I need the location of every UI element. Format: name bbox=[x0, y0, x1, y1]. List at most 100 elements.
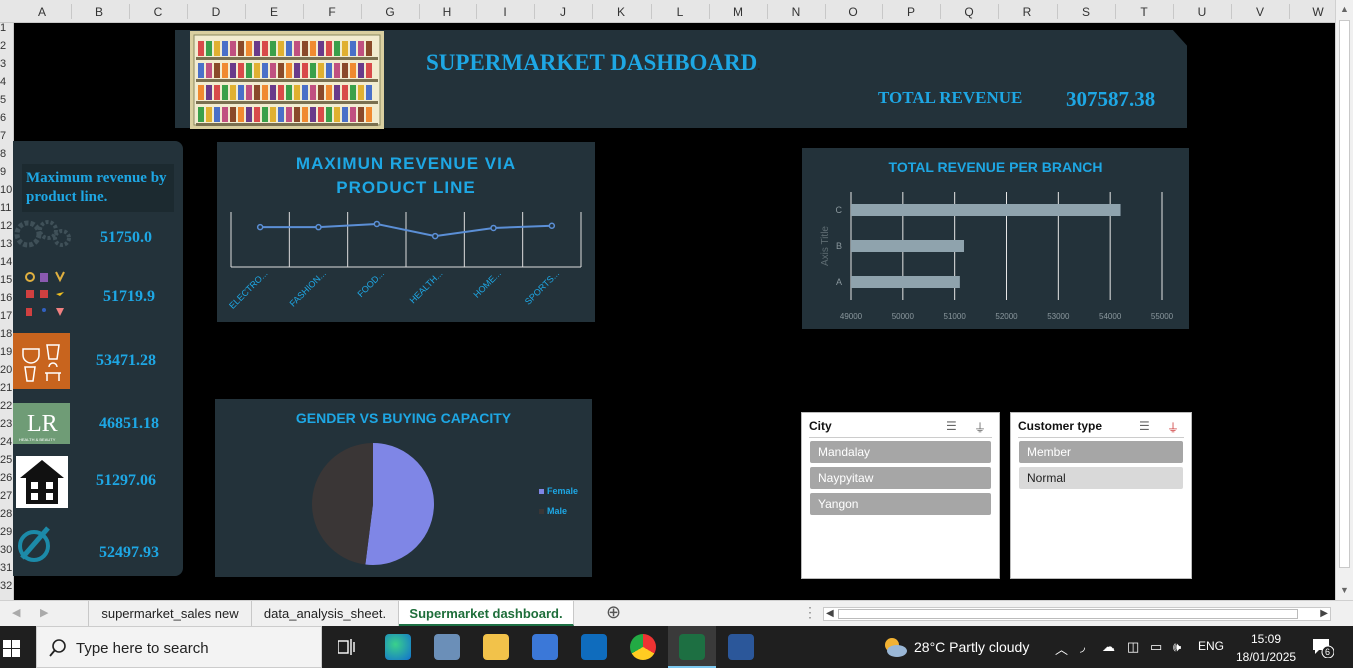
row-header-6[interactable]: 6 bbox=[0, 112, 6, 124]
column-header-g[interactable]: G bbox=[385, 5, 394, 19]
scroll-down-icon[interactable]: ▼ bbox=[1340, 585, 1349, 595]
row-header-30[interactable]: 30 bbox=[0, 544, 12, 556]
row-header-8[interactable]: 8 bbox=[0, 148, 6, 160]
row-header-2[interactable]: 2 bbox=[0, 40, 6, 52]
language-indicator[interactable]: ENG bbox=[1198, 639, 1224, 653]
clear-filter-icon[interactable]: ⏚ bbox=[974, 419, 986, 436]
outlook-icon[interactable] bbox=[581, 634, 607, 660]
task-view-icon[interactable] bbox=[338, 639, 356, 655]
row-header-7[interactable]: 7 bbox=[0, 130, 6, 142]
weather-cloud-icon[interactable] bbox=[882, 636, 908, 658]
column-header-l[interactable]: L bbox=[677, 5, 684, 19]
line-chart-panel[interactable]: MAXIMUN REVENUE VIA PRODUCT LINE ELECTRO… bbox=[217, 142, 595, 322]
windows-start-icon[interactable] bbox=[3, 640, 20, 657]
weather-text[interactable]: 28°C Partly cloudy bbox=[914, 639, 1029, 655]
clock-date[interactable]: 18/01/2025 bbox=[1236, 650, 1296, 664]
customer-type-slicer[interactable]: Customer type ☰ ⏚ Member Normal bbox=[1010, 412, 1192, 579]
row-header-21[interactable]: 21 bbox=[0, 382, 12, 394]
row-header-1[interactable]: 1 bbox=[0, 22, 6, 34]
column-header-w[interactable]: W bbox=[1312, 5, 1323, 19]
column-header-t[interactable]: T bbox=[1140, 5, 1147, 19]
row-header-18[interactable]: 18 bbox=[0, 328, 12, 340]
column-header-n[interactable]: N bbox=[792, 5, 801, 19]
row-header-3[interactable]: 3 bbox=[0, 58, 6, 70]
chrome-icon[interactable] bbox=[630, 634, 656, 660]
vertical-scrollbar[interactable]: ▲ ▼ bbox=[1335, 0, 1353, 600]
tab-supermarket-sales-new[interactable]: supermarket_sales new bbox=[88, 601, 252, 626]
splitter-handle-icon[interactable]: ⋮ bbox=[803, 604, 817, 621]
row-header-5[interactable]: 5 bbox=[0, 94, 6, 106]
column-header-m[interactable]: M bbox=[733, 5, 743, 19]
column-header-i[interactable]: I bbox=[503, 5, 506, 19]
city-slicer[interactable]: City ☰ ⏚ Mandalay Naypyitaw Yangon bbox=[801, 412, 1000, 579]
edge-browser-icon[interactable] bbox=[385, 634, 411, 660]
row-header-27[interactable]: 27 bbox=[0, 490, 12, 502]
column-header-a[interactable]: A bbox=[38, 5, 46, 19]
row-header-32[interactable]: 32 bbox=[0, 580, 12, 592]
row-header-14[interactable]: 14 bbox=[0, 256, 12, 268]
column-header-d[interactable]: D bbox=[212, 5, 221, 19]
row-header-20[interactable]: 20 bbox=[0, 364, 12, 376]
remote-desktop-icon[interactable] bbox=[434, 634, 460, 660]
column-header-e[interactable]: E bbox=[270, 5, 278, 19]
hscroll-left-icon[interactable]: ◀ bbox=[826, 608, 834, 619]
excel-taskbar-button[interactable] bbox=[668, 626, 716, 668]
column-header-b[interactable]: B bbox=[95, 5, 103, 19]
row-header-10[interactable]: 10 bbox=[0, 184, 12, 196]
clear-filter-icon[interactable]: ⏚ bbox=[1167, 419, 1179, 436]
word-icon[interactable] bbox=[728, 634, 754, 660]
volume-icon[interactable]: 🕪 bbox=[1173, 639, 1181, 655]
row-header-22[interactable]: 22 bbox=[0, 400, 12, 412]
row-header-26[interactable]: 26 bbox=[0, 472, 12, 484]
column-header-r[interactable]: R bbox=[1023, 5, 1032, 19]
tab-scroll-left-icon[interactable]: ◀ bbox=[12, 606, 20, 619]
slicer-item-mandalay[interactable]: Mandalay bbox=[810, 441, 991, 463]
column-header-u[interactable]: U bbox=[1198, 5, 1207, 19]
worksheet[interactable]: SUPERMARKET DASHBOARD. TOTAL REVENUE 307… bbox=[13, 23, 1335, 600]
row-header-31[interactable]: 31 bbox=[0, 562, 12, 574]
pie-chart-panel[interactable]: GENDER VS BUYING CAPACITY Female Male bbox=[215, 399, 592, 577]
show-hidden-icons-icon[interactable]: ︿ bbox=[1055, 639, 1068, 658]
row-header-24[interactable]: 24 bbox=[0, 436, 12, 448]
row-header-19[interactable]: 19 bbox=[0, 346, 12, 358]
column-header-c[interactable]: C bbox=[154, 5, 163, 19]
tab-supermarket-dashboard[interactable]: Supermarket dashboard. bbox=[399, 601, 574, 626]
column-header-k[interactable]: K bbox=[617, 5, 625, 19]
multi-select-icon[interactable]: ☰ bbox=[946, 419, 957, 433]
column-header-q[interactable]: Q bbox=[964, 5, 973, 19]
notification-icon[interactable] bbox=[1312, 638, 1334, 658]
slicer-item-normal[interactable]: Normal bbox=[1019, 467, 1183, 489]
slicer-item-member[interactable]: Member bbox=[1019, 441, 1183, 463]
column-header-o[interactable]: O bbox=[848, 5, 857, 19]
row-header-16[interactable]: 16 bbox=[0, 292, 12, 304]
multi-select-icon[interactable]: ☰ bbox=[1139, 419, 1150, 433]
column-header-p[interactable]: P bbox=[907, 5, 915, 19]
column-header-j[interactable]: J bbox=[560, 5, 566, 19]
column-header-f[interactable]: F bbox=[328, 5, 335, 19]
row-header-23[interactable]: 23 bbox=[0, 418, 12, 430]
column-header-s[interactable]: S bbox=[1082, 5, 1090, 19]
horizontal-scrollbar[interactable]: ◀ ▶ bbox=[823, 607, 1331, 621]
tab-data-analysis-sheet[interactable]: data_analysis_sheet. bbox=[252, 601, 399, 626]
column-header-h[interactable]: H bbox=[443, 5, 452, 19]
column-header-v[interactable]: V bbox=[1256, 5, 1264, 19]
row-header-9[interactable]: 9 bbox=[0, 166, 6, 178]
row-header-12[interactable]: 12 bbox=[0, 220, 12, 232]
slicer-item-naypyitaw[interactable]: Naypyitaw bbox=[810, 467, 991, 489]
scroll-thumb[interactable] bbox=[1339, 20, 1350, 568]
cloud-sync-icon[interactable]: ☁ bbox=[1102, 639, 1115, 655]
row-header-17[interactable]: 17 bbox=[0, 310, 12, 322]
file-explorer-icon[interactable] bbox=[483, 634, 509, 660]
slicer-item-yangon[interactable]: Yangon bbox=[810, 493, 991, 515]
row-header-29[interactable]: 29 bbox=[0, 526, 12, 538]
microsoft-store-icon[interactable] bbox=[532, 634, 558, 660]
bar-chart-panel[interactable]: TOTAL REVENUE PER BRANCH 49000 50000 51000… bbox=[802, 148, 1189, 329]
tab-scroll-right-icon[interactable]: ▶ bbox=[40, 606, 48, 619]
row-header-25[interactable]: 25 bbox=[0, 454, 12, 466]
meet-now-icon[interactable]: ◫ bbox=[1127, 639, 1139, 655]
clock-time[interactable]: 15:09 bbox=[1251, 632, 1281, 646]
row-header-13[interactable]: 13 bbox=[0, 238, 12, 250]
add-sheet-icon[interactable]: ⊕ bbox=[606, 602, 621, 623]
scroll-up-icon[interactable]: ▲ bbox=[1340, 4, 1349, 14]
row-header-4[interactable]: 4 bbox=[0, 76, 6, 88]
